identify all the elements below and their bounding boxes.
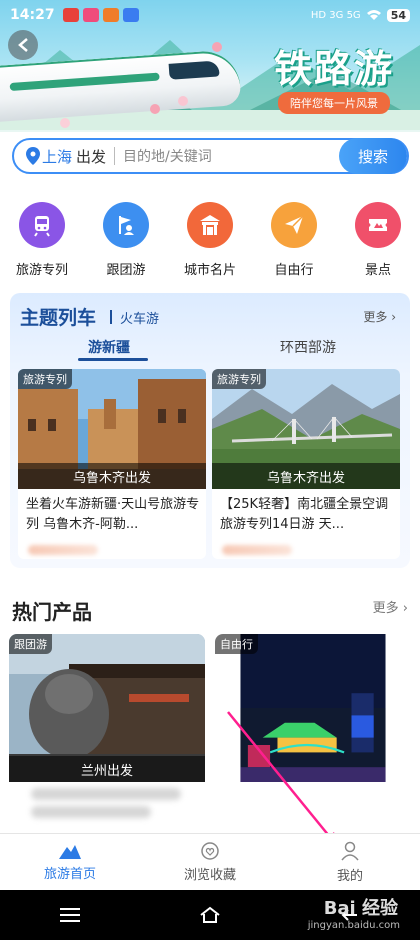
- banner-subtitle: 陪伴您每一片风景: [278, 92, 390, 114]
- city-gate-icon: [187, 202, 233, 248]
- search-button[interactable]: 搜索: [339, 138, 407, 174]
- quick-nav-item-free-travel[interactable]: 自由行: [252, 202, 336, 282]
- flower-decoration: [60, 118, 70, 128]
- departure-label: 乌鲁木齐出发: [18, 463, 206, 489]
- notification-app-icon: [102, 8, 119, 22]
- active-tab-indicator: [78, 358, 148, 361]
- theme-trains-section: 主题列车 火车游 更多 › 游新疆 环西部游 旅游专列 乌鲁木齐出发 坐着火车游…: [10, 293, 410, 568]
- card-tag: 自由行: [215, 634, 258, 654]
- battery-indicator: 54: [386, 8, 410, 22]
- section-subtitle: 火车游: [120, 312, 160, 327]
- card-title: 坐着火车游新疆·天山号旅游专列 乌鲁木齐-阿勒...: [26, 497, 200, 532]
- banner[interactable]: 14:27 HD 3G 5G 54 铁路游 陪伴您每一片风景: [0, 0, 420, 132]
- user-icon: [341, 841, 359, 860]
- more-link[interactable]: 更多 ›: [373, 597, 408, 616]
- home-mountain-icon: [59, 844, 81, 859]
- blurred-price: [28, 545, 98, 555]
- flower-decoration: [212, 42, 222, 52]
- notification-app-icon: [82, 8, 99, 22]
- location-pin-icon: [26, 147, 40, 165]
- heart-icon: [201, 841, 219, 860]
- card-title: 【25K轻奢】南北疆全景空调旅游专列14日游 天...: [220, 497, 389, 532]
- tab-home[interactable]: 旅游首页: [0, 834, 140, 890]
- chevron-right-icon: ›: [402, 601, 408, 616]
- departure-label: 出发: [76, 147, 107, 166]
- group-flag-icon: [103, 202, 149, 248]
- tab-mine[interactable]: 我的: [280, 834, 420, 890]
- card-tag: 跟团游: [9, 634, 52, 654]
- train-icon: [19, 202, 65, 248]
- watermark-brand: Bai 经验: [323, 898, 398, 919]
- status-time: 14:27: [10, 7, 55, 23]
- more-link[interactable]: 更多 ›: [363, 308, 396, 325]
- departure-city[interactable]: 上海: [42, 146, 72, 167]
- chevron-left-icon: [18, 38, 28, 52]
- tab-xinjiang[interactable]: 游新疆: [88, 337, 130, 357]
- train-card[interactable]: 旅游专列 乌鲁木齐出发 【25K轻奢】南北疆全景空调旅游专列14日游 天...: [212, 369, 400, 559]
- quick-nav-label: 自由行: [274, 263, 314, 278]
- quick-nav-item-special-train[interactable]: 旅游专列: [0, 202, 84, 282]
- departure-label: 兰州出发: [9, 756, 205, 782]
- tab-label: 我的: [336, 868, 363, 884]
- search-input[interactable]: 目的地/关键词: [123, 146, 212, 166]
- quick-nav: 旅游专列 跟团游 城市名片 自由行 景点: [0, 202, 420, 282]
- notification-app-icon: [62, 8, 79, 22]
- tab-label: 浏览收藏: [183, 867, 236, 883]
- tab-west-tour[interactable]: 环西部游: [280, 337, 336, 357]
- chevron-right-icon: ›: [391, 310, 396, 324]
- watermark-url: jingyan.baidu.com: [307, 920, 400, 931]
- flower-decoration: [150, 104, 160, 114]
- train-card[interactable]: 旅游专列 乌鲁木齐出发 坐着火车游新疆·天山号旅游专列 乌鲁木齐-阿勒...: [18, 369, 206, 559]
- section-title: 主题列车: [20, 307, 97, 329]
- blurred-price: [222, 545, 292, 555]
- search-bar[interactable]: 上海 出发 目的地/关键词 搜索: [12, 138, 409, 174]
- tab-favorites[interactable]: 浏览收藏: [140, 834, 280, 890]
- product-card[interactable]: 跟团游 兰州出发: [9, 634, 205, 834]
- title-divider: [110, 310, 112, 324]
- home-icon[interactable]: [199, 906, 221, 924]
- quick-nav-label: 旅游专列: [15, 263, 68, 278]
- paper-plane-icon: [271, 202, 317, 248]
- wifi-icon: [366, 10, 381, 20]
- ticket-icon: [355, 202, 401, 248]
- more-label: 更多: [372, 601, 399, 616]
- product-card[interactable]: 自由行: [215, 634, 411, 834]
- card-tag: 旅游专列: [212, 369, 266, 389]
- quick-nav-item-city-card[interactable]: 城市名片: [168, 202, 252, 282]
- more-label: 更多: [363, 310, 388, 324]
- back-button[interactable]: [8, 30, 38, 60]
- quick-nav-item-attractions[interactable]: 景点: [336, 202, 420, 282]
- card-image-night-town: [240, 634, 386, 782]
- blurred-text: [31, 806, 151, 818]
- network-indicator: HD 3G 5G: [310, 9, 361, 21]
- quick-nav-label: 城市名片: [183, 263, 236, 278]
- status-bar: 14:27 HD 3G 5G 54: [0, 0, 420, 30]
- card-tag: 旅游专列: [18, 369, 72, 389]
- notification-app-icon: [122, 8, 139, 22]
- quick-nav-item-group-tour[interactable]: 跟团游: [84, 202, 168, 282]
- quick-nav-label: 景点: [364, 263, 391, 278]
- blurred-text: [31, 788, 181, 800]
- search-divider: [114, 147, 116, 165]
- quick-nav-label: 跟团游: [106, 263, 146, 278]
- tab-label: 旅游首页: [43, 866, 96, 882]
- bottom-tab-bar: 旅游首页 浏览收藏 我的: [0, 833, 420, 890]
- banner-title: 铁路游: [273, 47, 394, 91]
- flower-decoration: [178, 96, 188, 106]
- section-title: 热门产品: [12, 600, 92, 624]
- menu-icon[interactable]: [59, 907, 80, 923]
- departure-label: 乌鲁木齐出发: [212, 463, 400, 489]
